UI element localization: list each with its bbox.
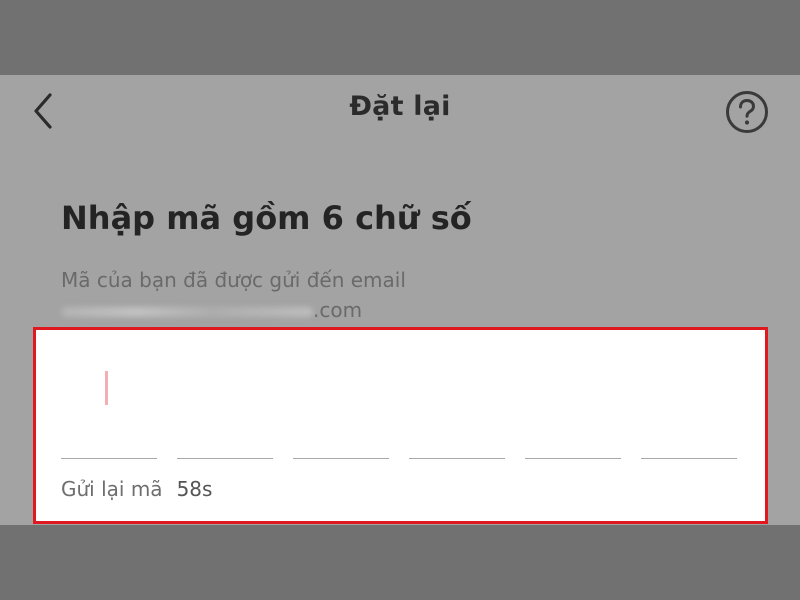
code-digit-input[interactable] (409, 431, 505, 461)
code-digit-input[interactable] (641, 431, 737, 461)
code-heading: Nhập mã gồm 6 chữ số (61, 199, 472, 237)
text-cursor (105, 371, 108, 405)
code-digit-input[interactable] (293, 431, 389, 461)
resend-countdown: 58s (176, 477, 213, 501)
reset-code-screen: Đặt lại Nhập mã gồm 6 chữ số Mã của bạn … (0, 75, 800, 525)
resend-code-label: Gửi lại mã (61, 477, 163, 501)
code-digit-input[interactable] (525, 431, 621, 461)
code-digit-input[interactable] (61, 431, 157, 461)
resend-code-row: Gửi lại mã 58s (61, 477, 212, 501)
digit-underline (293, 458, 389, 459)
digit-underline (177, 458, 273, 459)
page-title: Đặt lại (349, 91, 451, 122)
digit-underline (641, 458, 737, 459)
digit-underline (409, 458, 505, 459)
email-domain-suffix: .com (313, 298, 363, 322)
help-button[interactable] (724, 89, 770, 135)
question-circle-icon (726, 91, 768, 133)
email-sent-text: Mã của bạn đã được gửi đến email (61, 268, 406, 292)
blurred-email-address (61, 306, 313, 317)
code-digit-input[interactable] (177, 431, 273, 461)
digit-underline (525, 458, 621, 459)
top-bar: Đặt lại (0, 75, 800, 145)
masked-email: .com (61, 295, 362, 325)
digit-underline (61, 458, 157, 459)
